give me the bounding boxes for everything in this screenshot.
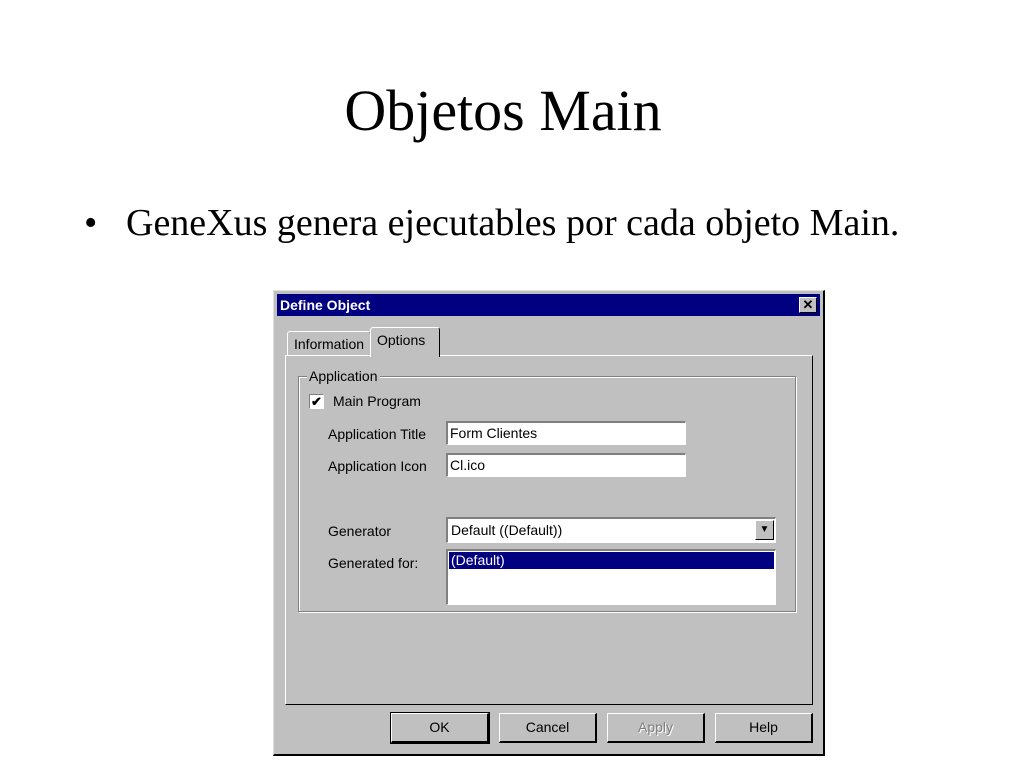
cancel-button[interactable]: Cancel xyxy=(499,713,597,743)
tab-information[interactable]: Information xyxy=(287,331,371,355)
application-groupbox: Application ✔ Main Program Application T… xyxy=(298,367,796,612)
slide-title: Objetos Main xyxy=(344,78,662,143)
list-item[interactable]: (Default) xyxy=(449,552,774,569)
define-object-dialog: Define Object ✕ Information Options Appl… xyxy=(273,290,825,756)
chevron-down-icon[interactable]: ▼ xyxy=(755,520,774,540)
close-icon[interactable]: ✕ xyxy=(799,297,817,313)
apply-button[interactable]: Apply xyxy=(607,713,705,743)
dialog-title: Define Object xyxy=(280,297,371,313)
application-title-label: Application Title xyxy=(328,426,427,442)
main-program-checkbox[interactable]: ✔ xyxy=(309,394,324,409)
dialog-titlebar[interactable]: Define Object ✕ xyxy=(277,294,820,316)
generated-for-label: Generated for: xyxy=(328,555,419,571)
bullet-text: GeneXus genera ejecutables por cada obje… xyxy=(126,202,900,244)
help-button[interactable]: Help xyxy=(715,713,813,743)
application-title-input[interactable]: Form Clientes xyxy=(446,421,686,445)
tab-options[interactable]: Options xyxy=(370,327,440,357)
options-panel: Application ✔ Main Program Application T… xyxy=(285,355,813,705)
generator-select[interactable]: Default ((Default)) ▼ xyxy=(446,517,776,543)
main-program-label[interactable]: Main Program xyxy=(333,392,421,410)
bullet-marker: • xyxy=(84,202,98,244)
group-label: Application xyxy=(307,367,380,385)
application-icon-input[interactable]: Cl.ico xyxy=(446,453,686,477)
generator-label: Generator xyxy=(328,523,392,539)
ok-button[interactable]: OK xyxy=(390,712,490,744)
generated-for-listbox[interactable]: (Default) xyxy=(446,549,776,605)
generator-value: Default ((Default)) xyxy=(451,522,563,538)
check-icon: ✔ xyxy=(311,394,322,409)
application-icon-label: Application Icon xyxy=(328,458,427,474)
